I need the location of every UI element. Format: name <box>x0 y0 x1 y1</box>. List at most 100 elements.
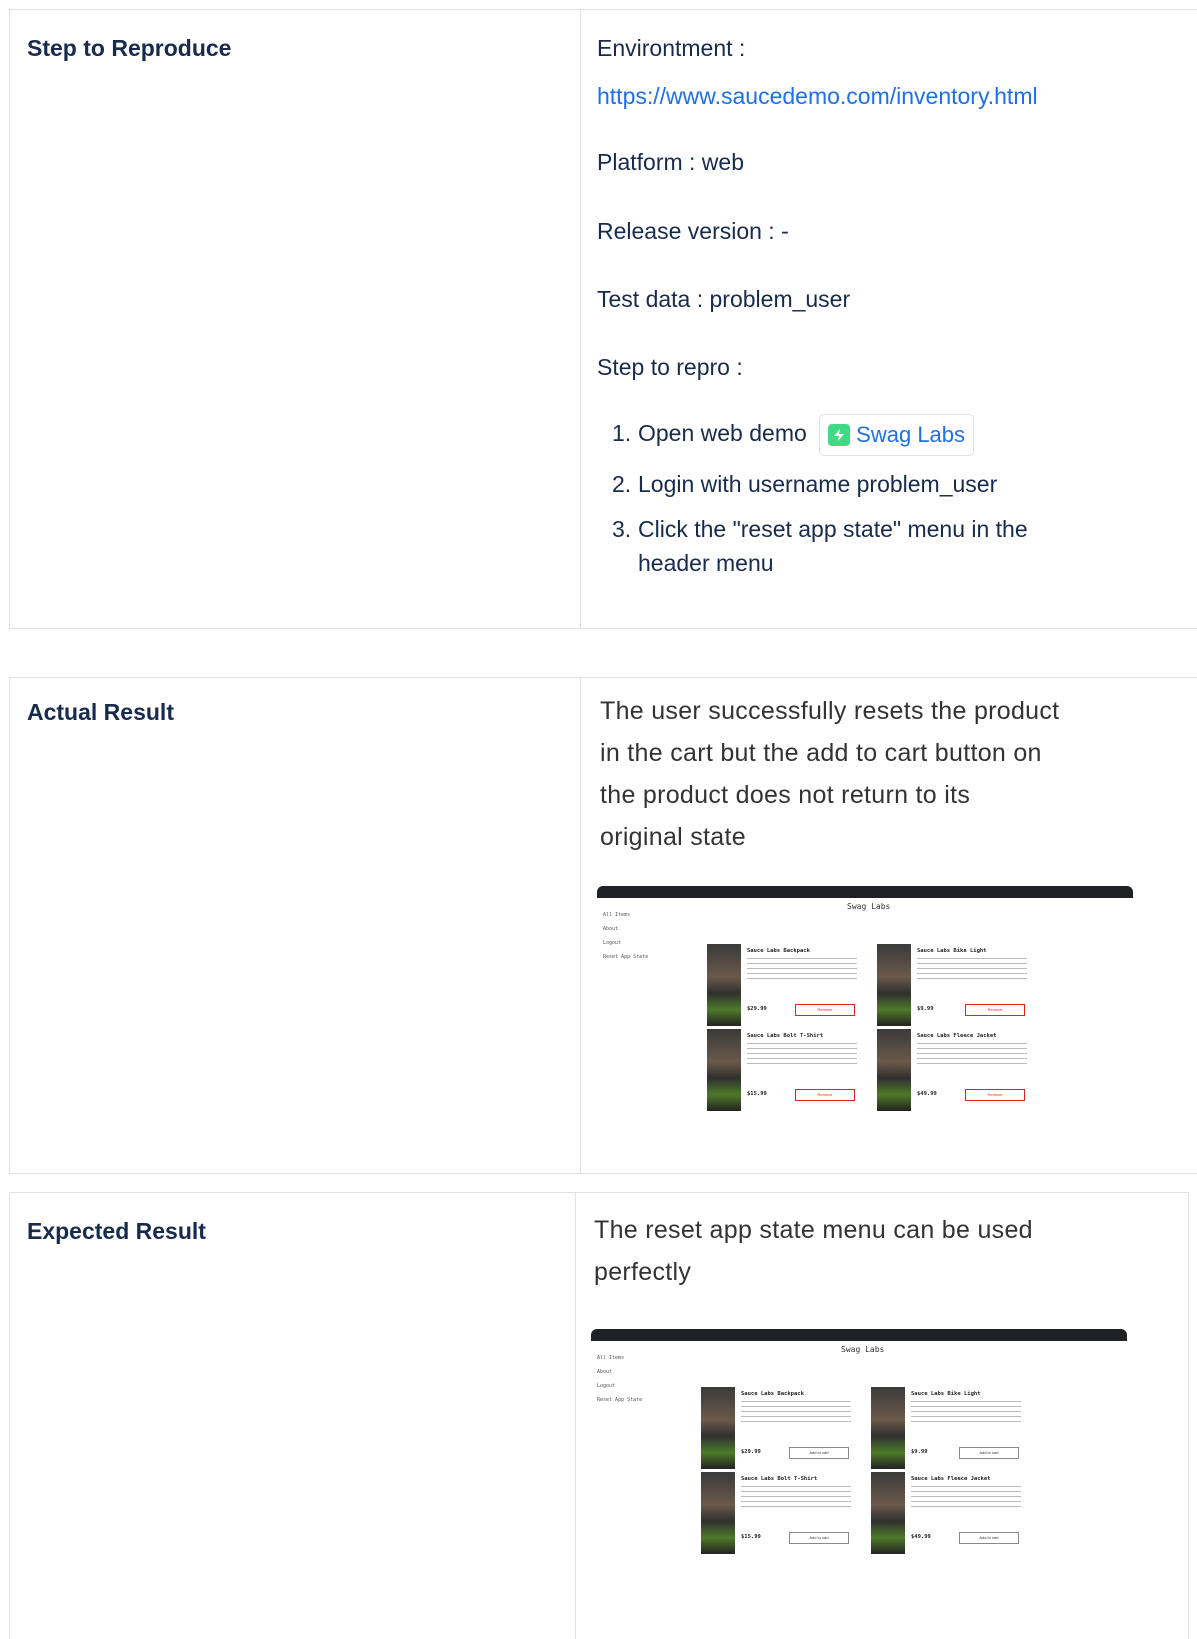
product-card: Sauce Labs Bike Light $9.99 Add to cart <box>871 1387 1031 1469</box>
release-text: Release version : - <box>597 218 789 244</box>
product-desc <box>741 1401 851 1423</box>
product-card: Sauce Labs Fleece Jacket $49.99 Remove <box>877 1029 1037 1111</box>
product-image <box>707 1029 741 1111</box>
app-title: Swag Labs <box>847 902 891 911</box>
description-line: in the cart but the add to cart button o… <box>600 739 1042 767</box>
product-price: $49.99 <box>917 1091 937 1097</box>
product-price: $15.99 <box>741 1534 761 1540</box>
product-image <box>701 1472 735 1554</box>
app-title: Swag Labs <box>841 1345 885 1354</box>
add-to-cart-button: Add to cart <box>959 1532 1019 1544</box>
menu-item: Logout <box>603 940 622 946</box>
product-name: Sauce Labs Bolt T-Shirt <box>741 1476 818 1482</box>
description-line: The reset app state menu can be used <box>594 1216 1033 1244</box>
description-line: perfectly <box>594 1258 692 1286</box>
expected-screenshot: Swag Labs All Items About Logout Reset A… <box>591 1329 1127 1569</box>
add-to-cart-button: Add to cart <box>789 1532 849 1544</box>
product-price: $49.99 <box>911 1534 931 1540</box>
product-card: Sauce Labs Backpack $29.99 Remove <box>707 944 867 1026</box>
swag-labs-logo-icon <box>828 424 851 446</box>
product-image <box>877 944 911 1026</box>
column-divider <box>580 678 581 1173</box>
side-menu: All Items About Logout Reset App State <box>603 908 648 964</box>
expected-result-table: Expected Result The reset app state menu… <box>9 1192 1189 1639</box>
product-image <box>871 1387 905 1469</box>
product-image <box>707 944 741 1026</box>
product-desc <box>911 1401 1021 1423</box>
remove-button: Remove <box>965 1089 1025 1101</box>
step-label: Step to Reproduce <box>27 35 232 61</box>
menu-item: All Items <box>597 1355 625 1361</box>
actual-description: The user successfully resets the product… <box>600 690 1059 858</box>
step-number: 3. <box>612 516 632 542</box>
step-text: Click the "reset app state" menu in the <box>638 516 1028 542</box>
list-item: 3. Click the "reset app state" menu in th… <box>612 512 1028 580</box>
add-to-cart-button: Add to cart <box>959 1447 1019 1459</box>
product-price: $9.99 <box>911 1449 928 1455</box>
product-image <box>701 1387 735 1469</box>
expected-label: Expected Result <box>27 1218 206 1244</box>
product-image <box>877 1029 911 1111</box>
column-divider <box>580 10 581 628</box>
step-text-cont: header menu <box>638 550 774 576</box>
description-line: The user successfully resets the product <box>600 697 1060 725</box>
actual-screenshot: Swag Labs All Items About Logout Reset A… <box>597 886 1133 1126</box>
step-number: 2. <box>612 471 632 497</box>
remove-button: Remove <box>795 1089 855 1101</box>
test-data-text: Test data : problem_user <box>597 286 851 312</box>
platform-text: Platform : web <box>597 149 744 175</box>
actual-result-table: Actual Result The user successfully rese… <box>9 677 1197 1174</box>
product-name: Sauce Labs Bike Light <box>917 948 987 954</box>
product-card: Sauce Labs Fleece Jacket $49.99 Add to c… <box>871 1472 1031 1554</box>
environment-link[interactable]: https://www.saucedemo.com/inventory.html <box>597 79 1038 113</box>
product-image <box>871 1472 905 1554</box>
swag-labs-link-label: Swag Labs <box>856 422 966 447</box>
swag-labs-link[interactable]: Swag Labs <box>819 414 975 456</box>
remove-button: Remove <box>965 1004 1025 1016</box>
product-desc <box>741 1486 851 1508</box>
product-desc <box>747 958 857 980</box>
list-item: 1. Open web demo Swag Labs <box>612 414 1028 456</box>
column-divider <box>575 1193 576 1639</box>
product-desc <box>747 1043 857 1065</box>
add-to-cart-button: Add to cart <box>789 1447 849 1459</box>
step-text: Login with username problem_user <box>638 471 998 497</box>
product-card: Sauce Labs Backpack $29.99 Add to cart <box>701 1387 861 1469</box>
menu-item: Reset App State <box>603 954 649 960</box>
product-name: Sauce Labs Fleece Jacket <box>911 1476 991 1482</box>
product-name: Sauce Labs Backpack <box>741 1391 804 1397</box>
remove-button: Remove <box>795 1004 855 1016</box>
step-text: Open web demo <box>638 420 807 447</box>
product-card: Sauce Labs Bolt T-Shirt $15.99 Remove <box>707 1029 867 1111</box>
product-name: Sauce Labs Bolt T-Shirt <box>747 1033 824 1039</box>
product-name: Sauce Labs Fleece Jacket <box>917 1033 997 1039</box>
menu-item: All Items <box>603 912 631 918</box>
steps-list: 1. Open web demo Swag Labs 2. Login with u… <box>612 414 1028 595</box>
product-desc <box>917 1043 1027 1065</box>
side-menu: All Items About Logout Reset App State <box>597 1351 642 1407</box>
product-card: Sauce Labs Bolt T-Shirt $15.99 Add to ca… <box>701 1472 861 1554</box>
environment-label: Environtment : <box>597 35 746 61</box>
step-number: 1. <box>612 420 632 447</box>
product-price: $29.99 <box>741 1449 761 1455</box>
actual-label: Actual Result <box>27 699 174 725</box>
description-line: original state <box>600 823 746 851</box>
product-price: $9.99 <box>917 1006 934 1012</box>
list-item: 2. Login with username problem_user <box>612 467 1028 501</box>
menu-item: Logout <box>597 1383 616 1389</box>
menu-item: About <box>597 1369 613 1375</box>
menu-item: Reset App State <box>597 1397 643 1403</box>
browser-bar <box>591 1329 1127 1341</box>
product-name: Sauce Labs Backpack <box>747 948 810 954</box>
product-desc <box>917 958 1027 980</box>
menu-item: About <box>603 926 619 932</box>
product-desc <box>911 1486 1021 1508</box>
browser-bar <box>597 886 1133 898</box>
product-name: Sauce Labs Bike Light <box>911 1391 981 1397</box>
product-price: $29.99 <box>747 1006 767 1012</box>
description-line: the product does not return to its <box>600 781 971 809</box>
product-price: $15.99 <box>747 1091 767 1097</box>
expected-description: The reset app state menu can be used per… <box>594 1209 1033 1293</box>
repro-heading: Step to repro : <box>597 354 743 380</box>
product-card: Sauce Labs Bike Light $9.99 Remove <box>877 944 1037 1026</box>
